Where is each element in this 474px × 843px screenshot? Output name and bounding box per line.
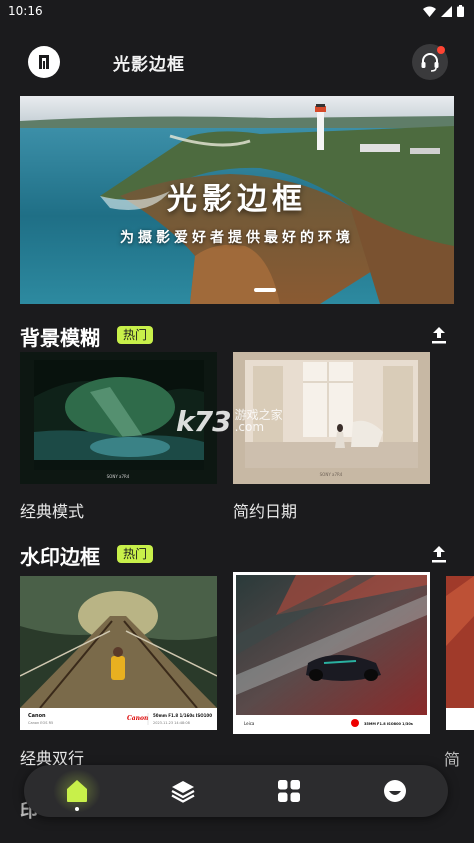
- template-label: 经典模式: [20, 502, 85, 521]
- nav-home[interactable]: [47, 765, 107, 817]
- brand-text: Leica: [244, 721, 255, 726]
- app-logo: [28, 46, 60, 78]
- template-card-peek[interactable]: [446, 576, 474, 730]
- section-header-watermark-frame: 水印边框 热门: [20, 541, 454, 569]
- template-card-leica[interactable]: Leica 35MM F1.8 ISO800 1/30s: [233, 572, 430, 734]
- model-text: Canon EOS R5: [28, 721, 53, 725]
- lens-info: 50mm F1.8 1/160s ISO100: [153, 713, 212, 718]
- brand-logo: Canon: [127, 715, 148, 722]
- notification-dot: [437, 46, 445, 54]
- racing-car-photo: Leica 35MM F1.8 ISO800 1/30s: [236, 575, 427, 731]
- upload-icon[interactable]: [428, 324, 450, 346]
- site-watermark: k73 游戏之家 .com: [176, 404, 306, 438]
- status-icons: [423, 5, 464, 17]
- lens-info: 35MM F1.8 ISO800 1/30s: [364, 722, 413, 726]
- section-title: 水印边框: [20, 545, 100, 569]
- layers-icon: [171, 781, 195, 803]
- carousel-indicator: [254, 288, 276, 292]
- watermark-logo: k73: [176, 404, 232, 438]
- watermark-text: 游戏之家 .com: [235, 409, 283, 433]
- status-bar: 10:16: [0, 0, 474, 22]
- hot-badge: 热门: [117, 545, 154, 563]
- hot-badge: 热门: [117, 326, 154, 344]
- bottom-navigation: [24, 765, 448, 817]
- upload-icon[interactable]: [428, 543, 450, 565]
- customer-support-button[interactable]: [412, 44, 448, 80]
- bridge-photo: Canon Canon EOS R5 Canon 50mm F1.8 1/160…: [20, 576, 217, 730]
- banner-title: 光影边框: [167, 182, 307, 217]
- partial-photo: [446, 576, 474, 730]
- card-caption: SONY a7R4: [107, 474, 130, 479]
- wifi-icon: [423, 6, 436, 17]
- section-title: 背景模糊: [20, 326, 100, 350]
- app-header: 光影边框: [0, 40, 474, 84]
- template-card-classic-two-line[interactable]: Canon Canon EOS R5 Canon 50mm F1.8 1/160…: [20, 576, 217, 730]
- home-icon: [67, 780, 87, 802]
- face-icon: [384, 780, 406, 802]
- app-title: 光影边框: [113, 55, 185, 75]
- date-text: 2023.11.23 14:48:08: [153, 721, 190, 725]
- banner-subtitle: 为摄影爱好者提供最好的环境: [120, 230, 354, 246]
- active-indicator-dot: [75, 807, 79, 811]
- template-label-peek: 简: [444, 750, 461, 769]
- battery-icon: [457, 5, 464, 17]
- nav-apps[interactable]: [259, 765, 319, 817]
- headset-icon: [421, 53, 439, 72]
- frame-logo-icon: [39, 55, 49, 69]
- template-label: 简约日期: [233, 502, 298, 521]
- banner-carousel[interactable]: 光影边框 为摄影爱好者提供最好的环境: [20, 96, 454, 304]
- signal-icon: [441, 5, 452, 17]
- card-caption: SONY a7R4: [320, 472, 343, 477]
- watermark-domain: .com: [234, 420, 265, 434]
- nav-profile[interactable]: [365, 765, 425, 817]
- status-time: 10:16: [8, 4, 43, 18]
- nav-layers[interactable]: [153, 765, 213, 817]
- section-header-background-blur: 背景模糊 热门: [20, 322, 454, 350]
- grid-icon: [278, 780, 300, 802]
- brand-text: Canon: [28, 713, 46, 719]
